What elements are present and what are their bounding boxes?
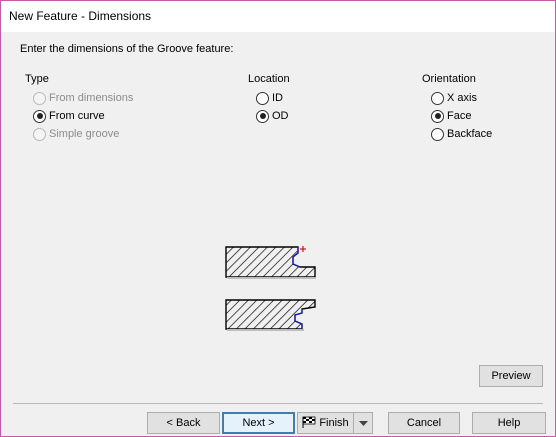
radio-button[interactable]	[256, 91, 269, 105]
chevron-down-icon	[358, 417, 368, 429]
orientation-option-face[interactable]: Face	[431, 109, 471, 123]
orientation-option-x-axis[interactable]: X axis	[431, 91, 477, 105]
type-option-simple-groove[interactable]: Simple groove	[33, 127, 119, 141]
finish-label: Finish	[319, 417, 349, 429]
option-label: From dimensions	[49, 92, 134, 104]
instruction-text: Enter the dimensions of the Groove featu…	[20, 43, 234, 55]
finish-dropdown-button[interactable]	[354, 413, 372, 433]
title-bar[interactable]: New Feature - Dimensions	[1, 1, 555, 32]
radio-button[interactable]	[431, 109, 444, 123]
type-option-from-dimensions[interactable]: From dimensions	[33, 91, 133, 105]
checkered-flag-icon	[302, 416, 316, 431]
radio-button[interactable]	[33, 127, 46, 141]
next-button[interactable]: Next >	[222, 412, 295, 434]
type-option-from-curve[interactable]: From curve	[33, 109, 105, 123]
option-label: Face	[447, 110, 472, 122]
back-button[interactable]: < Back	[147, 412, 220, 434]
orientation-label: Orientation	[422, 73, 476, 85]
radio-button[interactable]	[33, 91, 46, 105]
radio-button[interactable]	[33, 109, 46, 123]
cancel-button[interactable]: Cancel	[388, 412, 460, 434]
start-point-marker	[300, 246, 306, 252]
radio-button[interactable]	[256, 109, 269, 123]
radio-button[interactable]	[431, 127, 444, 141]
window-title: New Feature - Dimensions	[9, 9, 152, 23]
finish-split-button[interactable]: Finish	[297, 412, 373, 434]
type-label: Type	[25, 73, 49, 85]
location-option-od[interactable]: OD	[256, 109, 289, 123]
orientation-option-backface[interactable]: Backface	[431, 127, 492, 141]
option-label: X axis	[447, 92, 477, 104]
location-label: Location	[248, 73, 290, 85]
radio-button[interactable]	[431, 91, 444, 105]
option-label: ID	[272, 92, 283, 104]
option-label: From curve	[49, 110, 105, 122]
option-label: Backface	[447, 128, 493, 140]
lower-part-section	[225, 299, 316, 331]
groove-profile-drawing	[225, 246, 316, 331]
option-label: Simple groove	[49, 128, 120, 140]
dialog-window: New Feature - Dimensions Enter the dimen…	[0, 0, 556, 437]
footer-separator	[13, 403, 543, 404]
help-button[interactable]: Help	[472, 412, 546, 434]
preview-button[interactable]: Preview	[479, 365, 543, 387]
location-option-id[interactable]: ID	[256, 91, 283, 105]
option-label: OD	[272, 110, 289, 122]
groove-preview-illustration	[222, 241, 322, 336]
finish-button[interactable]: Finish	[298, 413, 354, 433]
